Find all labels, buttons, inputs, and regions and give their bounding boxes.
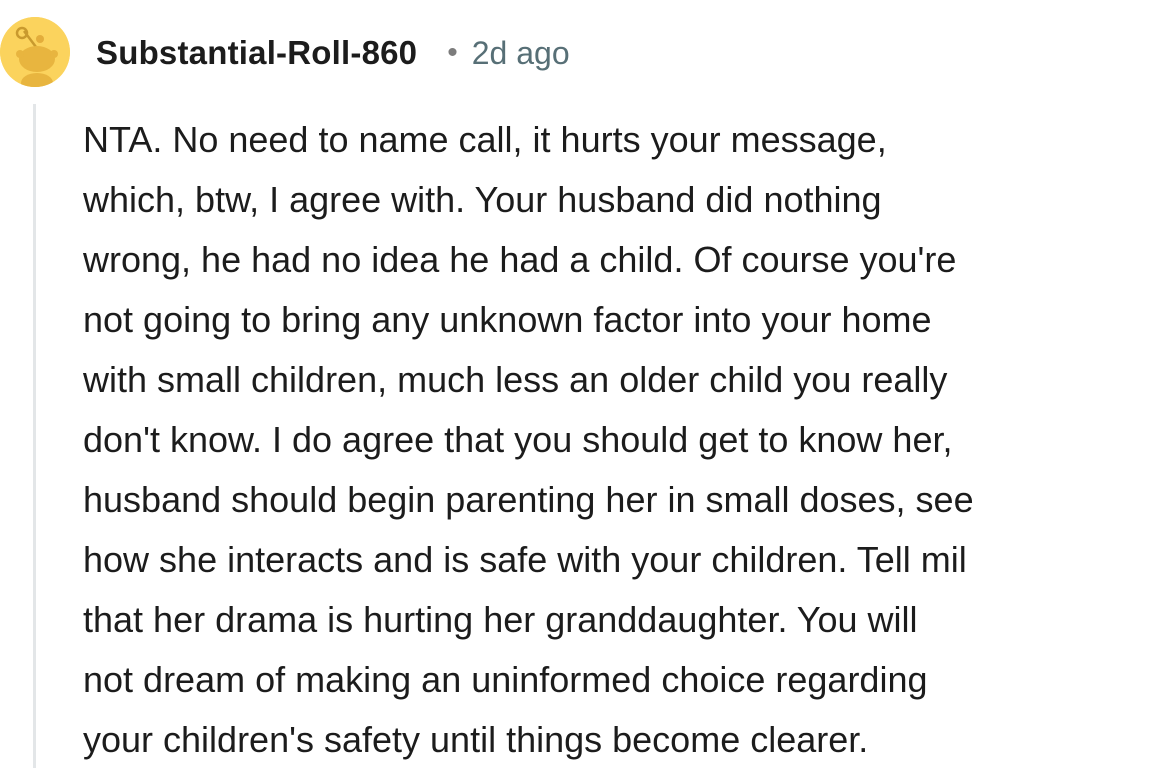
username-link[interactable]: Substantial-Roll-860 [96,34,417,72]
snoo-avatar-icon[interactable] [0,17,70,87]
thread-collapse-line[interactable] [33,104,36,768]
comment-line: wrong, he had no idea he had a child. Of… [83,239,957,280]
comment: Substantial-Roll-860 • 2d ago NTA. No ne… [0,0,1166,768]
comment-line: NTA. No need to name call, it hurts your… [83,119,887,160]
comment-line: your children's safety until things beco… [83,719,869,760]
comment-line: husband should begin parenting her in sm… [83,479,974,520]
comment-line: don't know. I do agree that you should g… [83,419,953,460]
comment-line: which, btw, I agree with. Your husband d… [83,179,882,220]
separator-dot: • [447,36,458,69]
comment-header: Substantial-Roll-860 • 2d ago [96,28,570,78]
timestamp[interactable]: 2d ago [472,35,570,72]
comment-line: not dream of making an uninformed choice… [83,659,928,700]
comment-line: with small children, much less an older … [83,359,948,400]
comment-line: how she interacts and is safe with your … [83,539,967,580]
comment-line: that her drama is hurting her granddaugh… [83,599,918,640]
comment-body: NTA. No need to name call, it hurts your… [83,110,1163,768]
comment-line: not going to bring any unknown factor in… [83,299,932,340]
